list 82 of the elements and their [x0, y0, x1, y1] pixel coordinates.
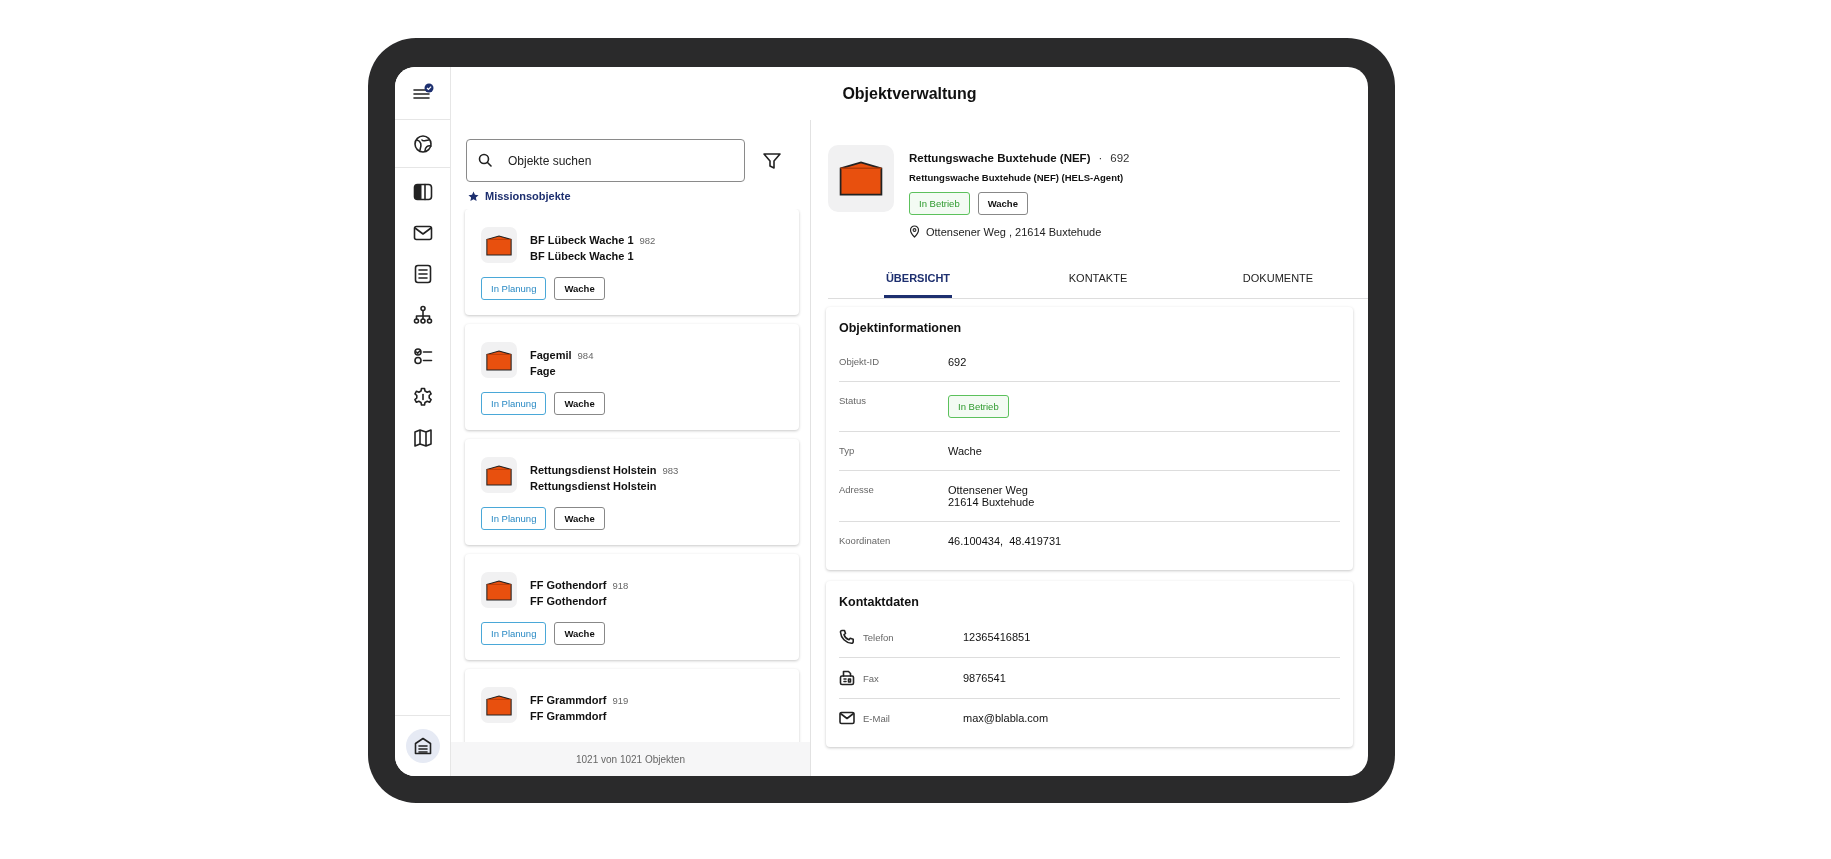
tab[interactable]: ÜBERSICHT	[828, 260, 1008, 298]
object-name: Rettungsdienst Holstein	[530, 464, 657, 476]
object-id: 983	[662, 465, 679, 476]
checklist-icon[interactable]	[412, 345, 433, 366]
object-card[interactable]: BF Lübeck Wache 1 982 BF Lübeck Wache 1 In Planung Wache	[465, 209, 799, 315]
card-title: Kontaktdaten	[839, 595, 920, 609]
fax-icon	[839, 670, 855, 686]
search-field[interactable]: Objekte suchen	[466, 139, 745, 182]
status-badge: In Betrieb	[909, 192, 970, 215]
tab[interactable]: KONTAKTE	[1008, 260, 1188, 298]
tab[interactable]: DOKUMENTE	[1188, 260, 1368, 298]
object-id: 919	[612, 695, 629, 706]
hierarchy-icon[interactable]	[412, 304, 433, 325]
object-card[interactable]: Fagemil 984 Fage In Planung Wache	[465, 324, 799, 430]
field-value: Ottensener Weg 21614 Buxtehude	[948, 484, 1036, 508]
field-label: Koordinaten	[839, 535, 892, 546]
field-value: 9876541	[963, 672, 1007, 684]
object-name: Fagemil	[530, 349, 572, 361]
type-badge: Wache	[554, 277, 605, 300]
star-icon	[468, 190, 479, 202]
object-id: 984	[577, 350, 594, 361]
building-icon[interactable]	[412, 736, 433, 756]
building-icon	[486, 349, 512, 371]
type-badge: Wache	[554, 507, 605, 530]
separator: ·	[1098, 152, 1103, 164]
mail-icon[interactable]	[412, 224, 433, 241]
object-count: 1021 von 1021 Objekten	[576, 753, 685, 765]
map-icon[interactable]	[412, 427, 433, 448]
field-value: 692	[948, 356, 968, 368]
status-badge: In Betrieb	[948, 395, 1009, 418]
field-label: Fax	[863, 672, 880, 684]
panel-icon[interactable]	[412, 182, 433, 201]
type-badge: Wache	[977, 192, 1028, 215]
status-badge: In Planung	[481, 622, 547, 645]
object-name: Rettungswache Buxtehude (NEF)	[909, 152, 1091, 164]
field-label: Status	[839, 395, 867, 406]
object-id: 918	[612, 580, 629, 591]
building-icon	[839, 161, 883, 196]
section-label: Missionsobjekte	[485, 190, 571, 202]
object-address: Ottensener Weg , 21614 Buxtehude	[926, 225, 1102, 238]
building-icon	[486, 234, 512, 256]
object-subtitle: Rettungswache Buxtehude (NEF) (HELS-Agent)	[909, 172, 1125, 183]
globe-icon[interactable]	[412, 133, 433, 154]
field-value: 46.100434, 48.419731	[948, 535, 1063, 547]
field-label: Adresse	[839, 484, 875, 495]
field-label: Objekt-ID	[839, 356, 881, 367]
field-label: E-Mail	[863, 712, 891, 724]
building-icon	[486, 579, 512, 601]
object-card[interactable]: Rettungsdienst Holstein 983 Rettungsdienst Holstein In Planung Wache	[465, 439, 799, 545]
status-badge: In Planung	[481, 277, 547, 300]
location-pin-icon	[909, 225, 920, 238]
object-subtitle: Fage	[530, 365, 557, 377]
card-title: Objektinformationen	[839, 321, 963, 335]
page-title: Objektverwaltung	[842, 84, 977, 103]
object-subtitle: BF Lübeck Wache 1	[530, 250, 635, 262]
phone-icon	[839, 629, 855, 645]
nav-item[interactable]	[405, 729, 440, 763]
status-badge: In Planung	[481, 507, 547, 530]
building-icon	[486, 464, 512, 486]
object-subtitle: FF Grammdorf	[530, 710, 608, 722]
field-label: Typ	[839, 445, 856, 456]
object-subtitle: Rettungsdienst Holstein	[530, 480, 658, 492]
filter-icon[interactable]	[762, 150, 782, 171]
object-name: FF Grammdorf	[530, 694, 607, 706]
field-value: Wache	[948, 445, 983, 457]
object-name: FF Gothendorf	[530, 579, 607, 591]
field-label: Telefon	[863, 631, 895, 643]
object-card[interactable]: FF Grammdorf 919 FF Grammdorf	[465, 669, 799, 742]
object-id: 692	[1110, 152, 1130, 164]
object-id: 982	[639, 235, 656, 246]
field-value: 12365416851	[963, 631, 1032, 643]
status-badge: In Planung	[481, 392, 547, 415]
type-badge: Wache	[554, 622, 605, 645]
gear-icon[interactable]	[412, 386, 433, 407]
object-card[interactable]: FF Gothendorf 918 FF Gothendorf In Planung Wache	[465, 554, 799, 660]
building-icon	[486, 694, 512, 716]
field-value: max@blabla.com	[963, 712, 1050, 724]
mail-icon	[839, 711, 855, 725]
object-subtitle: FF Gothendorf	[530, 595, 608, 607]
object-name: BF Lübeck Wache 1	[530, 234, 634, 246]
document-icon[interactable]	[413, 263, 432, 284]
type-badge: Wache	[554, 392, 605, 415]
